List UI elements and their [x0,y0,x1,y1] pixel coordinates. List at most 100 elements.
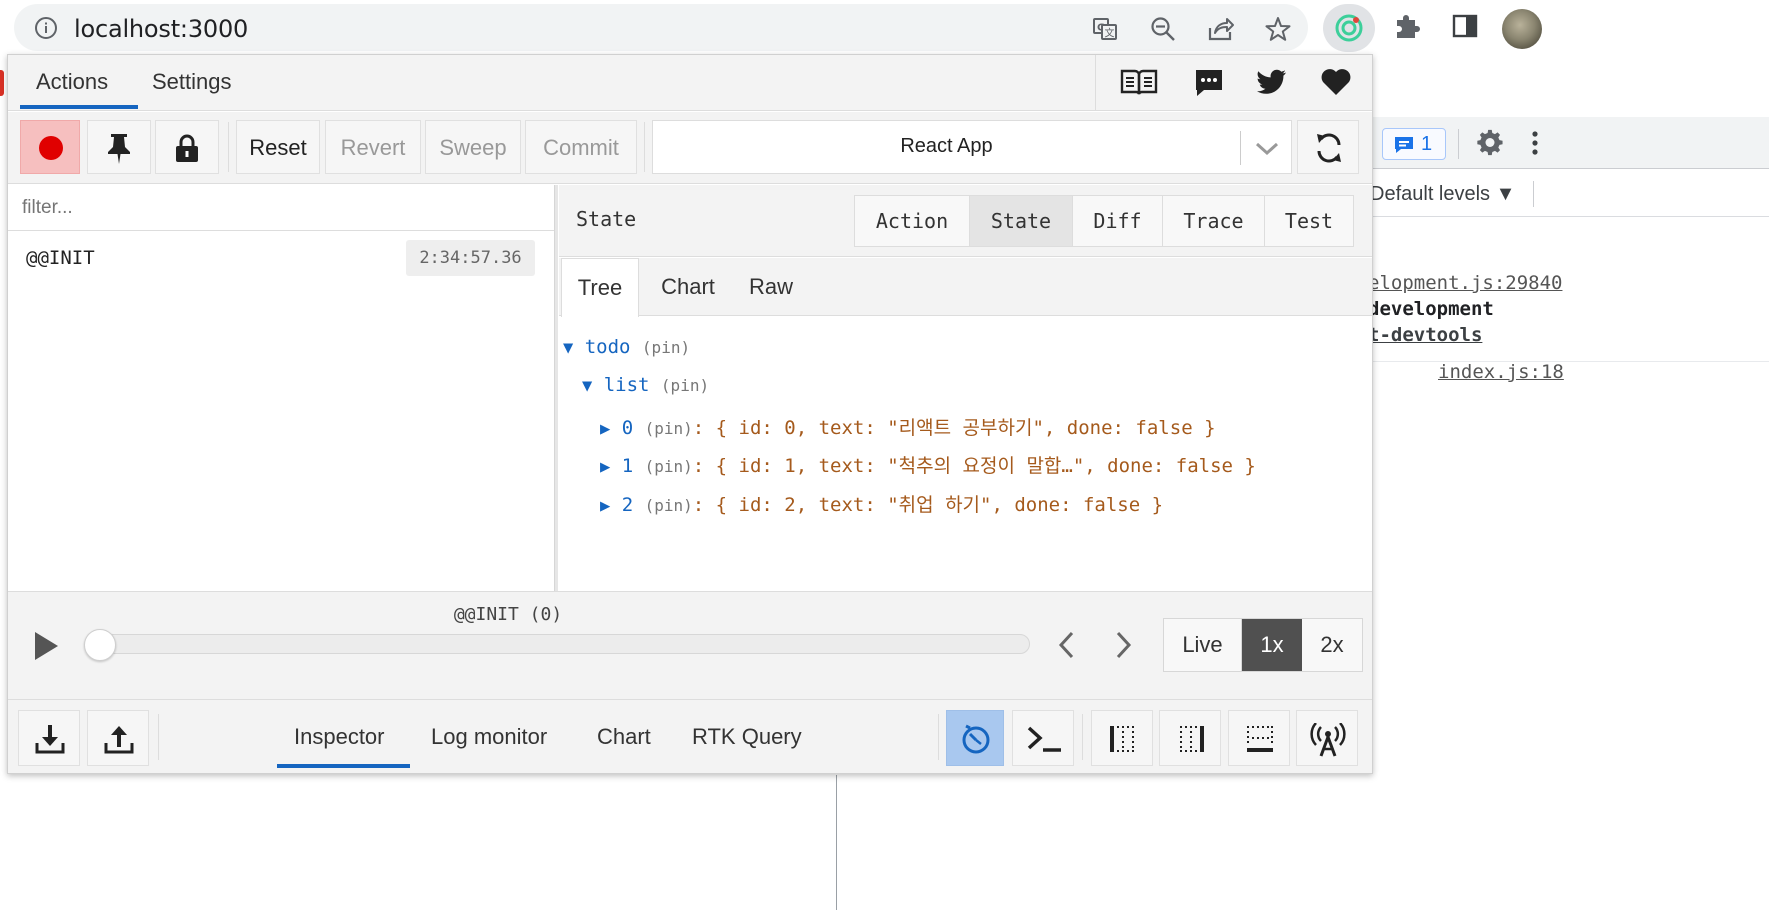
chevron-left-icon[interactable] [1056,630,1078,660]
tab-actions[interactable]: Actions [36,69,108,95]
bookmark-star-icon[interactable] [1265,16,1291,42]
sync-icon [1313,131,1345,165]
filter-container [8,185,556,231]
sync-button[interactable] [1297,120,1359,174]
tab-chart[interactable]: Chart [643,258,733,316]
tree-node-todo[interactable]: ▼ todo (pin) [563,336,690,358]
speed-1x[interactable]: 1x [1242,619,1302,671]
tree-value-preview: : { id: 0, text: "리액트 공부하기", done: false… [692,417,1216,439]
more-vert-icon[interactable] [1530,129,1540,157]
monitor-tab-log-monitor[interactable]: Log monitor [431,724,547,750]
console-source-link[interactable]: elopment.js:29840 [1368,272,1562,294]
persist-button[interactable] [87,120,151,174]
console-message-text: development [1368,298,1494,320]
log-levels-dropdown[interactable]: Default levels ▼ [1370,183,1515,206]
monitor-tab-chart[interactable]: Chart [597,724,651,750]
commit-button[interactable]: Commit [525,120,637,174]
dock-bottom-button[interactable] [1228,710,1290,766]
chevron-down-icon[interactable] [1253,139,1281,157]
side-panel-icon[interactable] [1451,12,1479,40]
monitor-tab-rtk-query[interactable]: RTK Query [692,724,802,750]
expand-arrow-icon[interactable]: ▼ [582,376,592,396]
pin-link[interactable]: (pin) [642,338,690,357]
divider [1372,361,1769,362]
address-bar[interactable]: localhost:3000 G文 [14,4,1308,51]
feedback-chat-icon[interactable] [1193,67,1225,99]
tab-tree[interactable]: Tree [561,258,639,317]
tab-diff[interactable]: Diff [1073,196,1163,246]
tab-settings[interactable]: Settings [152,69,232,95]
timer-icon [960,723,992,755]
pin-icon [103,131,135,165]
tree-node-list[interactable]: ▼ list (pin) [582,374,709,396]
play-icon[interactable] [32,630,60,662]
action-list-item[interactable]: @@INIT 2:34:57.36 [8,235,556,285]
tree-node-item[interactable]: ▶ 2 (pin): { id: 2, text: "취업 하기", done:… [600,490,1163,517]
pin-link[interactable]: (pin) [661,376,709,395]
info-icon[interactable] [34,16,58,40]
tree-value-preview: : { id: 1, text: "척추의 요정이 말합…", done: fa… [692,455,1256,477]
pin-link[interactable]: (pin) [645,457,693,476]
time-travel-slider: @@INIT (0) Live 1x 2x [8,591,1372,699]
speed-live[interactable]: Live [1164,619,1242,671]
sweep-button[interactable]: Sweep [425,120,521,174]
console-message-link[interactable]: t-devtools [1368,324,1482,346]
lock-button[interactable] [155,120,219,174]
tab-action[interactable]: Action [855,196,970,246]
collapse-arrow-icon[interactable]: ▶ [600,419,610,439]
share-icon[interactable] [1207,16,1235,42]
dock-right-button[interactable] [1159,710,1221,766]
collapse-arrow-icon[interactable]: ▶ [600,496,610,516]
zoom-out-icon[interactable] [1150,16,1176,42]
reset-button[interactable]: Reset [236,120,320,174]
divider [1533,181,1534,207]
divider [938,714,939,760]
gear-icon[interactable] [1476,129,1504,157]
console-toggle-button[interactable] [1012,710,1074,766]
message-count: 1 [1421,133,1433,155]
url-text[interactable]: localhost:3000 [74,15,248,43]
broadcast-icon [1309,723,1347,757]
translate-icon[interactable]: G文 [1092,16,1118,42]
remote-button[interactable] [1296,710,1358,766]
extensions-puzzle-icon[interactable] [1393,12,1421,40]
slider-track[interactable] [88,634,1030,654]
devtools-filter-bar: Default levels ▼ [1370,169,1769,217]
tree-node-item[interactable]: ▶ 1 (pin): { id: 1, text: "척추의 요정이 말합…",… [600,451,1256,478]
profile-avatar[interactable] [1502,9,1542,49]
import-button[interactable] [18,710,80,766]
tab-trace[interactable]: Trace [1163,196,1265,246]
pin-link[interactable]: (pin) [645,496,693,515]
inspector-header: State Action State Diff Trace Test [559,185,1372,257]
pin-link[interactable]: (pin) [645,419,693,438]
inspector-pane: State Action State Diff Trace Test Tree … [559,185,1372,591]
tab-test[interactable]: Test [1265,196,1353,246]
export-button[interactable] [87,710,149,766]
filter-input[interactable] [22,193,542,223]
heart-icon[interactable] [1320,67,1352,97]
tab-state[interactable]: State [970,196,1073,246]
pane-resize-handle[interactable] [554,185,558,591]
tab-raw[interactable]: Raw [735,258,807,316]
bottom-toolbar: Inspector Log monitor Chart RTK Query [8,699,1372,773]
monitor-tab-inspector[interactable]: Inspector [294,724,385,750]
slider-handle[interactable] [84,629,116,661]
instance-selector-value: React App [900,135,993,157]
revert-button[interactable]: Revert [325,120,421,174]
dispatcher-toggle-button[interactable] [946,710,1004,766]
record-button[interactable] [20,120,80,174]
chevron-right-icon[interactable] [1112,630,1134,660]
twitter-icon[interactable] [1256,67,1288,97]
expand-arrow-icon[interactable]: ▼ [563,338,573,358]
console-source-link[interactable]: index.js:18 [1438,361,1564,383]
speed-2x[interactable]: 2x [1302,619,1362,671]
divider [1458,129,1459,159]
tree-node-item[interactable]: ▶ 0 (pin): { id: 0, text: "리액트 공부하기", do… [600,413,1216,440]
dock-left-button[interactable] [1091,710,1153,766]
redux-extension-button[interactable] [1323,4,1375,52]
redux-extension-icon [1335,14,1363,42]
messages-badge[interactable]: 1 [1382,128,1446,160]
collapse-arrow-icon[interactable]: ▶ [600,457,610,477]
instance-selector[interactable]: React App [652,120,1292,174]
docs-book-icon[interactable] [1120,67,1158,97]
